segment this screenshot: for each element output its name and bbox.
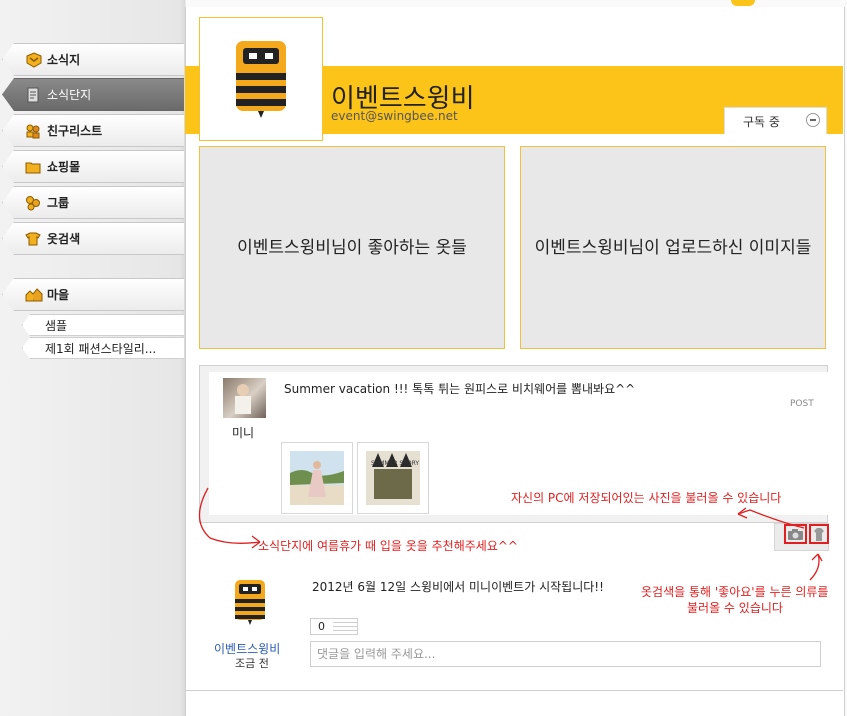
liked-clothes-panel[interactable]: 이벤트스윙비님이 좋아하는 옷들 xyxy=(199,146,505,349)
village-icon xyxy=(25,287,43,303)
nav-item-friends[interactable]: 친구리스트 xyxy=(2,114,184,147)
like-import-hint: 옷검색을 통해 '좋아요'를 누른 의류를 xyxy=(641,585,829,599)
top-indicator xyxy=(731,0,755,6)
profile-email: event@swingbee.net xyxy=(331,109,458,123)
author-avatar xyxy=(223,378,266,418)
like-bar-icon xyxy=(333,619,357,634)
input-hint: 소식단지에 여름휴가 때 입을 옷을 추천해주세요^^ xyxy=(258,539,518,553)
nav-item-village[interactable]: 마을 xyxy=(2,278,184,311)
feed-text: 2012년 6월 12일 스윙비에서 미니이벤트가 시작됩니다!! xyxy=(312,580,604,594)
post-author: 미니 xyxy=(232,426,255,440)
post-text: Summer vacation !!! 톡톡 튀는 원피스로 비치웨어를 뽐내봐… xyxy=(284,382,636,396)
document-icon xyxy=(25,87,41,103)
nav-item-group[interactable]: 그룹 xyxy=(2,186,184,219)
nav-label: 소식지 xyxy=(47,53,81,67)
bee-logo-icon xyxy=(236,41,286,118)
honeycomb-icon xyxy=(25,51,42,68)
divider xyxy=(185,690,843,691)
subscribe-toggle-button[interactable]: 구독 중 xyxy=(724,107,827,134)
nav-item-news-complex[interactable]: 소식단지 xyxy=(2,78,184,111)
village-item-sample[interactable]: 샘플 xyxy=(22,314,184,336)
profile-avatar xyxy=(199,17,323,141)
nav-label: 소식단지 xyxy=(47,88,92,102)
photo-upload-hint: 자신의 PC에 저장되어있는 사진을 불러올 수 있습니다 xyxy=(511,491,782,505)
nav-item-shopping[interactable]: 쇼핑몰 xyxy=(2,150,184,183)
post-type-label: POST xyxy=(790,399,814,409)
nav-label: 그룹 xyxy=(47,196,70,210)
minus-circle-icon[interactable] xyxy=(806,113,820,127)
nav-label: 마을 xyxy=(47,288,70,302)
like-count: 0 xyxy=(318,620,325,633)
feed-timestamp: 조금 전 xyxy=(235,657,269,670)
nav-label: 친구리스트 xyxy=(47,124,103,138)
nav-label: 옷검색 xyxy=(47,232,81,246)
nav-label: 쇼핑몰 xyxy=(47,160,81,174)
clothes-icon xyxy=(25,231,41,247)
like-import-hint-2: 불러올 수 있습니다 xyxy=(687,601,783,615)
thumbnail-caption: SUMMER STORY xyxy=(371,460,420,467)
uploaded-images-panel[interactable]: 이벤트스윙비님이 업로드하신 이미지들 xyxy=(520,146,826,349)
comment-input[interactable] xyxy=(310,641,821,667)
like-counter[interactable]: 0 xyxy=(310,618,358,635)
group-icon xyxy=(25,195,41,211)
bee-logo-icon xyxy=(235,580,265,625)
annotation-arrow-up xyxy=(809,553,823,581)
feed-author-avatar xyxy=(231,578,269,631)
folder-icon xyxy=(25,159,41,175)
village-item-fashion[interactable]: 제1회 패션스타일리... xyxy=(22,337,184,359)
friends-icon xyxy=(25,123,41,139)
nav-item-clothes-search[interactable]: 옷검색 xyxy=(2,222,184,255)
nav-item-news[interactable]: 소식지 xyxy=(2,43,184,76)
